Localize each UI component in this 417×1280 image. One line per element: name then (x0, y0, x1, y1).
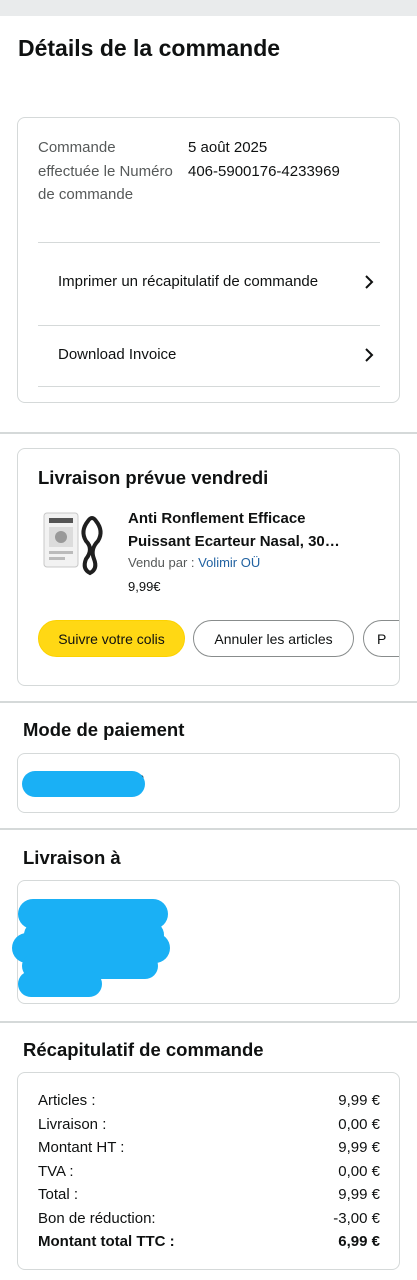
order-details-card: Commande effectuée le Numéro de commande… (17, 117, 400, 403)
section-separator (0, 828, 417, 830)
grand-total-value: 6,99 € (338, 1233, 380, 1250)
track-package-button[interactable]: Suivre votre colis (38, 620, 185, 657)
shipping-address-card (12, 880, 400, 1004)
summary-label: Articles : (38, 1092, 96, 1109)
order-meta-labels: Commande effectuée le Numéro de commande (38, 139, 173, 203)
summary-row: TVA : 0,00 € (38, 1160, 380, 1184)
summary-row: Bon de réduction: -3,00 € (38, 1207, 380, 1231)
product-title-line: Puissant Ecarteur Nasal, 30… (128, 533, 340, 550)
section-separator (0, 701, 417, 703)
summary-value: 9,99 € (338, 1186, 380, 1203)
print-summary-label: Imprimer un récapitulatif de commande (58, 273, 319, 291)
cancel-items-button[interactable]: Annuler les articles (193, 620, 354, 657)
product-image[interactable] (42, 511, 108, 577)
order-number: 406-5900176-4233969 (188, 162, 340, 180)
divider (38, 325, 380, 326)
grand-total-row: Montant total TTC : 6,99 € (38, 1230, 380, 1254)
delivery-title: Livraison prévue vendredi (38, 467, 269, 488)
summary-label: Total : (38, 1186, 79, 1203)
download-invoice-label: Download Invoice (58, 346, 177, 364)
status-bar (0, 0, 417, 16)
order-date: 5 août 2025 (188, 139, 268, 156)
payment-card[interactable]: 8 (17, 753, 400, 813)
summary-value: 9,99 € (338, 1092, 380, 1109)
payment-title: Mode de paiement (23, 719, 185, 740)
divider (38, 242, 380, 243)
chevron-right-icon (365, 275, 374, 289)
delivery-card: Livraison prévue vendredi Anti Ronflemen… (17, 448, 400, 686)
summary-row: Articles : 9,99 € (38, 1089, 380, 1113)
summary-value: 9,99 € (338, 1139, 380, 1156)
summary-label: Bon de réduction: (38, 1209, 156, 1227)
summary-value: 0,00 € (338, 1162, 380, 1180)
seller-info: Vendu par : Volimir OÜ (128, 555, 260, 570)
print-summary-link[interactable]: Imprimer un récapitulatif de commande (38, 258, 380, 306)
download-invoice-link[interactable]: Download Invoice (38, 340, 380, 370)
summary-value: -3,00 € (333, 1209, 380, 1227)
product-title-line: Anti Ronflement Efficace (128, 510, 306, 527)
summary-label: TVA : (38, 1162, 74, 1180)
shipping-title: Livraison à (23, 847, 121, 868)
summary-row: Livraison : 0,00 € (38, 1113, 380, 1137)
summary-title: Récapitulatif de commande (23, 1039, 264, 1060)
sold-by-label: Vendu par : (128, 555, 199, 570)
page-title: Détails de la commande (18, 35, 281, 61)
product-title[interactable]: Anti Ronflement Efficace Puissant Ecarte… (128, 507, 378, 553)
section-separator (0, 432, 417, 434)
summary-card: Articles : 9,99 € Livraison : 0,00 € Monta… (17, 1072, 400, 1270)
summary-label: Montant HT : (38, 1139, 125, 1156)
summary-table: Articles : 9,99 € Livraison : 0,00 € Monta… (38, 1089, 380, 1254)
redaction-mark (18, 971, 102, 997)
summary-row: Montant HT : 9,99 € (38, 1136, 380, 1160)
summary-row: Total : 9,99 € (38, 1183, 380, 1207)
order-meta-values: 5 août 2025 406-5900176-4233969 (188, 136, 398, 183)
grand-total-label: Montant total TTC : (38, 1233, 175, 1250)
more-actions-button[interactable]: P (363, 620, 399, 657)
summary-label: Livraison : (38, 1115, 107, 1133)
product-price: 9,99€ (128, 579, 161, 594)
summary-value: 0,00 € (338, 1115, 380, 1133)
section-separator (0, 1021, 417, 1023)
more-actions-label: P (377, 630, 387, 647)
chevron-right-icon (365, 348, 374, 362)
divider (38, 386, 380, 387)
redacted-payment (22, 771, 145, 797)
seller-link[interactable]: Volimir OÜ (198, 555, 260, 570)
